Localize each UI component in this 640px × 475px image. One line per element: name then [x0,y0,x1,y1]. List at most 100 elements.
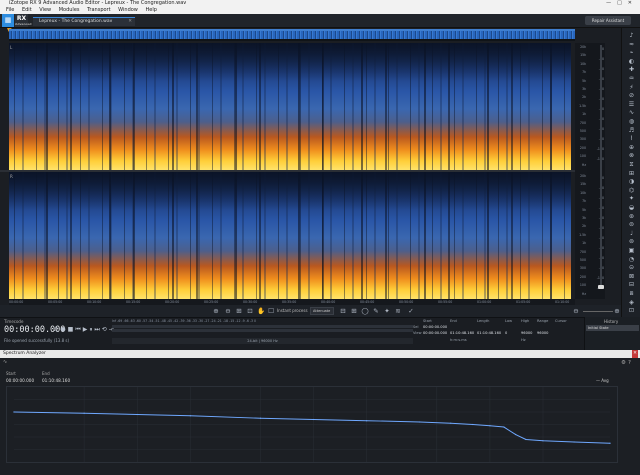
module-icon[interactable]: ☰ [627,101,636,108]
repair-assistant-button[interactable]: Repair Assistant [585,16,631,25]
module-icon[interactable]: ▣ [627,247,636,254]
module-icon[interactable]: ◔ [627,256,636,263]
zoom-out-icon[interactable]: ⊖ [223,306,233,316]
module-icon[interactable]: ♩ [627,230,636,237]
lasso-icon[interactable]: ◯ [360,306,370,316]
module-icon[interactable]: ⧈ [627,290,636,297]
menu-file[interactable]: File [6,7,14,13]
zoom-out-small-icon[interactable]: ⊖ [571,306,581,316]
instant-process-checkbox[interactable]: ☐ [266,306,276,316]
zoom-fit-icon[interactable]: ⊡ [245,306,255,316]
gear-icon[interactable]: ⚙ [621,360,628,366]
rewind-icon[interactable]: ⏮ [75,326,82,333]
zoom-in-icon[interactable]: ⊕ [211,306,221,316]
analyzer-mode-icon[interactable]: ∿ [3,359,7,365]
view-end-value[interactable]: 01:10:48.160 [450,331,474,335]
history-item[interactable]: Initial State [586,325,639,331]
menu-edit[interactable]: Edit [22,7,32,13]
menu-window[interactable]: Window [118,7,138,13]
module-icon[interactable]: ◒ [627,204,636,211]
menu-view[interactable]: View [39,7,51,13]
grid-menu-button[interactable]: ▦ [2,14,14,27]
high-header: High [521,319,530,323]
spectrum-point [189,415,191,417]
module-icon[interactable]: ◐ [627,58,636,65]
module-icon[interactable]: ⧖ [627,161,636,168]
module-icon[interactable]: ♪ [627,32,636,39]
harmonic-selection-icon[interactable]: ≋ [393,306,403,316]
magic-wand-icon[interactable]: ✦ [382,306,392,316]
module-icon[interactable]: ♒ [627,75,636,82]
module-icon[interactable]: ∿ [627,109,636,116]
range-value[interactable]: 96000 [537,331,548,335]
module-icon[interactable]: ≈ [627,41,636,48]
module-icon[interactable]: ⊝ [627,264,636,271]
spectrogram-channel-left[interactable]: L [9,43,571,170]
module-icon[interactable]: ♬ [627,127,636,134]
module-icon[interactable]: ✦ [627,195,636,202]
module-icon[interactable]: ⊠ [627,273,636,280]
module-icon[interactable]: ⌁ [627,49,636,56]
spectrum-point [419,421,421,423]
spectrum-point [83,412,85,414]
spectrum-analyzer-close-button[interactable]: ✕ [632,350,638,358]
module-icon[interactable]: ⊜ [627,221,636,228]
maximize-button[interactable]: □ [617,0,628,6]
low-value[interactable]: 0 [505,331,507,335]
sel-start-value[interactable]: 00:00:00.000 [423,325,447,329]
view-start-value[interactable]: 00:00:00.000 [423,331,447,335]
checkmark-icon[interactable]: ✓ [406,306,416,316]
analyzer-legend[interactable]: — Avg [596,378,609,383]
module-icon[interactable]: ⊡ [627,307,636,314]
module-icon[interactable]: ⌬ [627,187,636,194]
spectrum-plot[interactable] [6,386,618,463]
help-icon[interactable]: ? [628,360,633,366]
spectrum-point [525,438,527,441]
spectrogram-channel-right[interactable]: R [9,172,571,299]
color-range-slider[interactable] [598,45,604,289]
module-icon[interactable]: ⚡ [627,84,636,91]
waveform-overview[interactable] [9,29,575,41]
window-controls[interactable]: —□✕ [606,0,638,7]
frequency-scale[interactable]: 20k 15k 10k 7k 5k 3k 2k 1.5k 1k 700 500 300 200 100 Hz… [575,43,587,299]
file-tab[interactable]: Lepreux - The Congregation.wav ✕ [33,17,135,26]
horizontal-zoom-slider[interactable] [583,311,613,312]
menu-transport[interactable]: Transport [87,7,110,13]
module-icon[interactable]: ⊕ [627,144,636,151]
zoom-in-small-icon[interactable]: ⊕ [612,306,622,316]
record-icon[interactable]: ● [60,326,67,333]
high-value[interactable]: 96000 [521,331,532,335]
module-icon[interactable]: ⊟ [627,281,636,288]
brush-icon[interactable]: ✎ [371,306,381,316]
instant-process-select[interactable]: Attenuate [310,307,334,315]
module-icon[interactable]: ⊘ [627,92,636,99]
module-icon[interactable]: ⊗ [627,152,636,159]
view-length-value[interactable]: 01:10:48.160 [477,331,501,335]
module-icon[interactable]: ⌇ [627,135,636,142]
menu-help[interactable]: Help [145,7,156,13]
spectrum-point [573,441,575,443]
module-icon[interactable]: ⊞ [627,170,636,177]
color-range-knob[interactable] [598,285,604,289]
spectrum-point [136,413,138,416]
module-icon[interactable]: ⊛ [627,213,636,220]
overview-waveform [9,31,575,39]
hand-tool-icon[interactable]: ✋ [256,306,266,316]
time-format[interactable]: h:m:s.ms [450,338,467,342]
module-icon[interactable]: ◍ [627,118,636,125]
time-selection-icon[interactable]: ⊟ [338,306,348,316]
forward-icon[interactable]: ⏭ [94,326,101,333]
module-icon[interactable]: ◈ [627,299,636,306]
module-icon[interactable]: ✚ [627,66,636,73]
loop-icon[interactable]: ⟲ [102,326,109,333]
frequency-selection-icon[interactable]: ⊞ [349,306,359,316]
menu-modules[interactable]: Modules [59,7,80,13]
end-header: End [450,319,457,323]
db-scale[interactable]: 0-10-20-30-40-50-60-70-80-90-100-1100-10… [587,43,605,299]
module-icon[interactable]: ◑ [627,178,636,185]
module-icon[interactable]: ⊚ [627,238,636,245]
minimize-button[interactable]: — [606,0,617,6]
close-window-button[interactable]: ✕ [628,0,638,6]
zoom-selection-icon[interactable]: ⊞ [234,306,244,316]
file-tab-close-icon[interactable]: ✕ [128,18,132,26]
